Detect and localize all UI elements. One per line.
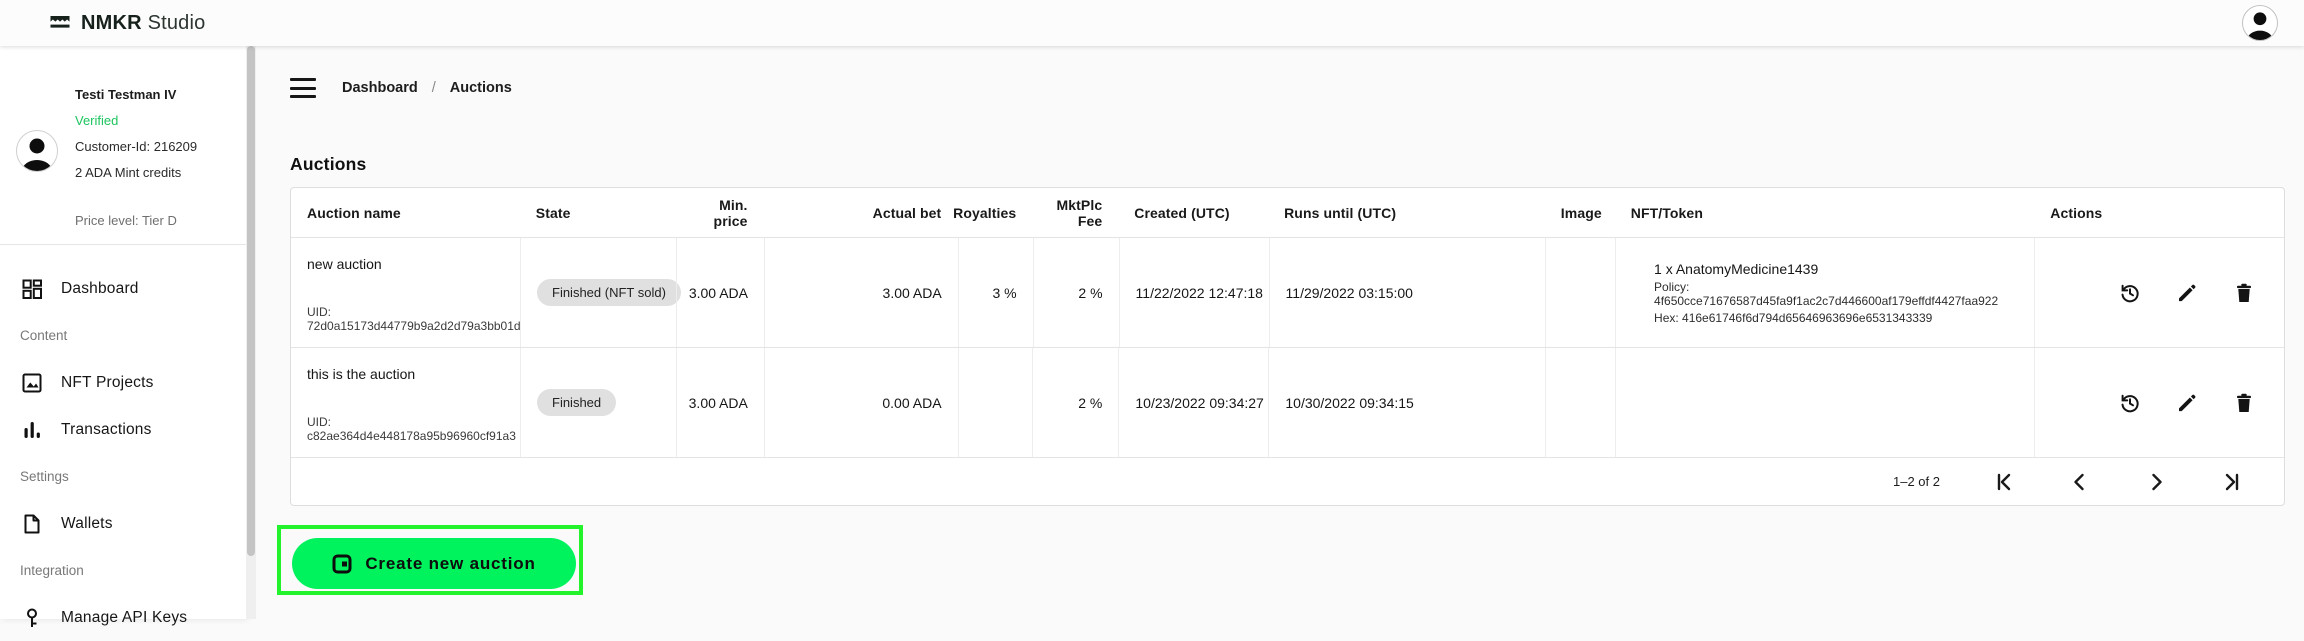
previous-page-icon[interactable]: [2068, 470, 2092, 494]
mktplc-fee-value: 2 %: [1078, 285, 1102, 301]
bar-chart-icon: [20, 418, 44, 442]
sidebar-section-content: Content: [0, 312, 246, 359]
min-price-value: 3.00 ADA: [689, 285, 748, 301]
price-level: Price level: Tier D: [75, 208, 177, 234]
brand-light: Studio: [148, 12, 206, 34]
nft-token-title: 1 x AnatomyMedicine1439: [1654, 261, 1818, 277]
pagination-range: 1–2 of 2: [1893, 474, 1940, 489]
user-name: Testi Testman IV: [75, 82, 197, 108]
sidebar-item-label: Wallets: [61, 515, 113, 533]
brand-bold: NMKR: [81, 12, 142, 34]
mint-credits: 2 ADA Mint credits: [75, 160, 197, 186]
table-row: new auction UID: 72d0a15173d44779b9a2d2d…: [291, 238, 2284, 348]
image-cell: [1545, 348, 1615, 457]
status-badge: Finished (NFT sold): [537, 279, 681, 306]
delete-icon[interactable]: [2232, 391, 2256, 415]
col-nft-token: NFT/Token: [1615, 205, 2035, 221]
highlight-box: Create new auction: [277, 525, 583, 595]
sidebar-item-manage-api-keys[interactable]: Manage API Keys: [0, 594, 246, 641]
col-mktplc-fee: MktPlc Fee: [1032, 197, 1118, 229]
sidebar-section-settings: Settings: [0, 453, 246, 500]
next-page-icon[interactable]: [2144, 470, 2168, 494]
col-actual-bet: Actual bet: [764, 205, 958, 221]
auction-uid: UID: c82ae364d4e448178a95b96960cf91a3: [307, 415, 516, 443]
nft-hex: Hex: 416e61746f6d794d65646963696e6531343…: [1654, 311, 1932, 325]
auction-uid: UID: 72d0a15173d44779b9a2d2d79a3bb01d: [307, 305, 521, 333]
col-auction-name: Auction name: [291, 205, 520, 221]
runs-until-value: 10/30/2022 09:34:15: [1285, 395, 1413, 411]
brand-logo: NMKR Studio: [48, 11, 205, 35]
key-icon: [20, 606, 44, 630]
sidebar-section-integration: Integration: [0, 547, 246, 594]
main-content: Dashboard / Auctions Auctions Auction na…: [256, 46, 2304, 619]
col-min-price: Min. price: [676, 197, 764, 229]
sidebar: Testi Testman IV Verified Customer-Id: 2…: [0, 46, 246, 619]
sidebar-item-wallets[interactable]: Wallets: [0, 500, 246, 547]
sidebar-item-nft-projects[interactable]: NFT Projects: [0, 359, 246, 406]
edit-icon[interactable]: [2175, 391, 2199, 415]
runs-until-value: 11/29/2022 03:15:00: [1286, 285, 1413, 301]
brand-name: NMKR Studio: [81, 12, 205, 35]
auction-name: this is the auction: [307, 366, 415, 382]
page-title: Auctions: [290, 154, 366, 175]
sidebar-divider: [0, 244, 246, 245]
mktplc-fee-value: 2 %: [1078, 395, 1102, 411]
sidebar-nav: Dashboard Content NFT Projects Transacti…: [0, 265, 246, 641]
table-header-row: Auction name State Min. price Actual bet…: [291, 188, 2284, 238]
sidebar-item-label: Dashboard: [61, 280, 139, 298]
actual-bet-value: 0.00 ADA: [882, 395, 941, 411]
auctions-table: Auction name State Min. price Actual bet…: [290, 187, 2285, 506]
auction-name: new auction: [307, 256, 382, 272]
table-row: this is the auction UID: c82ae364d4e4481…: [291, 348, 2284, 458]
history-icon[interactable]: [2118, 391, 2142, 415]
sidebar-item-dashboard[interactable]: Dashboard: [0, 265, 246, 312]
created-value: 11/22/2022 12:47:18: [1136, 285, 1263, 301]
user-info: Testi Testman IV Verified Customer-Id: 2…: [75, 82, 197, 186]
menu-toggle-icon[interactable]: [290, 78, 316, 98]
image-icon: [20, 371, 44, 395]
history-icon[interactable]: [2118, 281, 2142, 305]
customer-id: Customer-Id: 216209: [75, 134, 197, 160]
breadcrumb-separator: /: [432, 80, 436, 96]
user-avatar-button[interactable]: [2242, 5, 2278, 41]
col-state: State: [520, 205, 676, 221]
scrollbar-thumb[interactable]: [247, 46, 255, 556]
sidebar-scrollbar[interactable]: [246, 46, 256, 619]
created-value: 10/23/2022 09:34:27: [1135, 395, 1263, 411]
sidebar-avatar: [16, 130, 58, 172]
col-created: Created (UTC): [1118, 205, 1268, 221]
col-actions: Actions: [2034, 205, 2284, 221]
col-image: Image: [1545, 205, 1615, 221]
delete-icon[interactable]: [2232, 281, 2256, 305]
actual-bet-value: 3.00 ADA: [883, 285, 942, 301]
col-royalties: Royalties: [957, 205, 1032, 221]
first-page-icon[interactable]: [1992, 470, 2016, 494]
sidebar-item-label: NFT Projects: [61, 374, 154, 392]
create-auction-icon: [332, 554, 352, 574]
col-runs-until: Runs until (UTC): [1268, 205, 1545, 221]
breadcrumb-dashboard[interactable]: Dashboard: [342, 80, 418, 96]
create-button-label: Create new auction: [365, 554, 535, 574]
sidebar-item-label: Transactions: [61, 421, 152, 439]
create-new-auction-button[interactable]: Create new auction: [292, 538, 576, 589]
edit-icon[interactable]: [2175, 281, 2199, 305]
sidebar-item-label: Manage API Keys: [61, 609, 187, 627]
dashboard-icon: [20, 277, 44, 301]
last-page-icon[interactable]: [2220, 470, 2244, 494]
table-pagination: 1–2 of 2: [291, 458, 2284, 505]
sidebar-item-transactions[interactable]: Transactions: [0, 406, 246, 453]
nmkr-logo-icon: [48, 11, 72, 35]
min-price-value: 3.00 ADA: [689, 395, 748, 411]
status-badge: Finished: [537, 389, 616, 416]
verified-status: Verified: [75, 108, 197, 134]
breadcrumb: Dashboard / Auctions: [290, 78, 512, 98]
image-cell: [1545, 238, 1615, 347]
breadcrumb-auctions[interactable]: Auctions: [450, 80, 512, 96]
royalties-value: 3 %: [993, 285, 1017, 301]
topbar: NMKR Studio: [0, 0, 2304, 46]
document-icon: [20, 512, 44, 536]
nft-policy: Policy: 4f650cce71676587d45fa9f1ac2c7d44…: [1654, 280, 2018, 308]
